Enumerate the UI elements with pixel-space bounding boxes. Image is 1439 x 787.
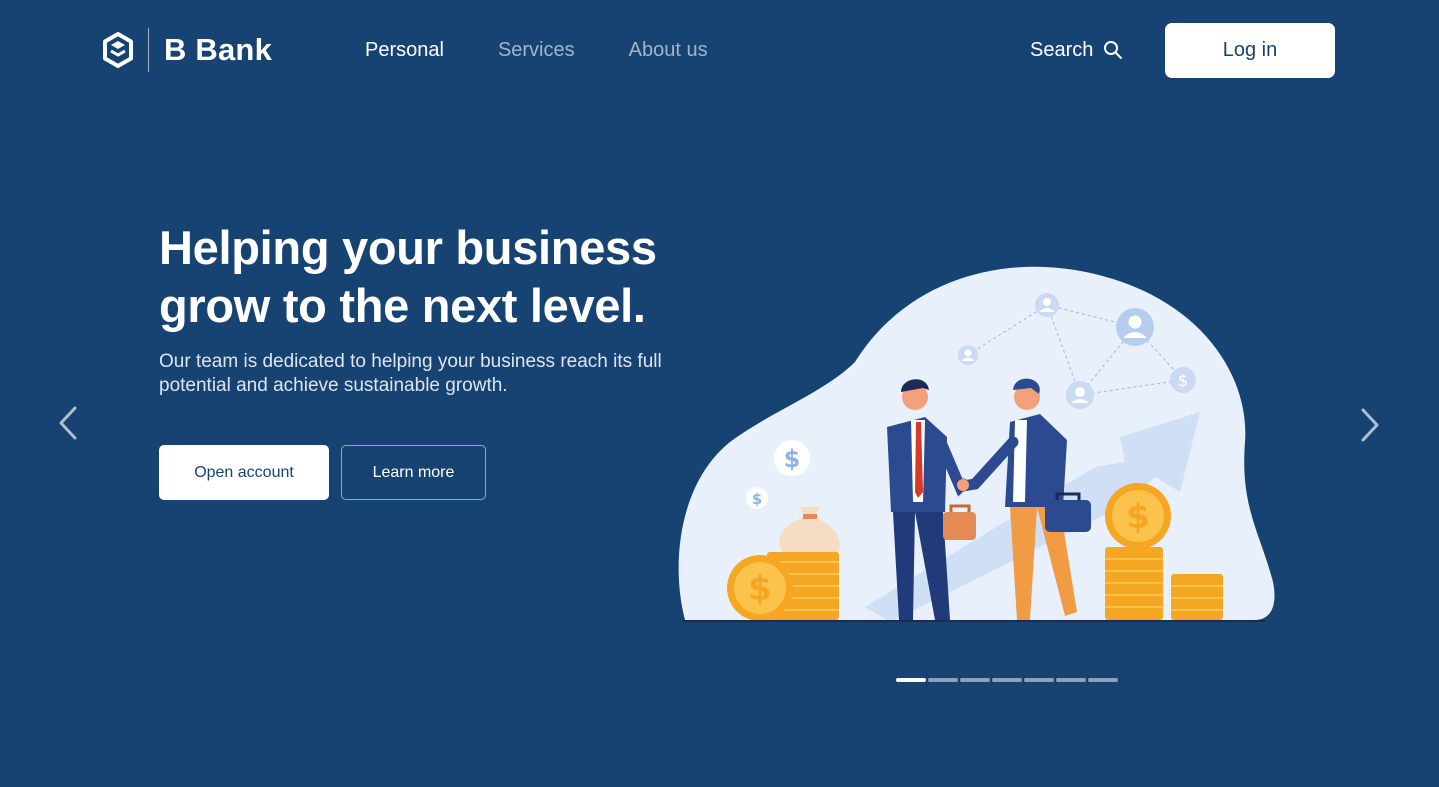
svg-text:$: $ [748, 569, 772, 609]
svg-text:$: $ [752, 490, 762, 508]
carousel-dot-5[interactable] [1024, 678, 1054, 682]
brand-name: B Bank [164, 32, 273, 67]
handshake-illustration: $ $ $ $ $ [678, 266, 1275, 622]
brand-logo[interactable]: B Bank [102, 28, 272, 72]
coin-stack-left: $ [727, 552, 839, 621]
carousel-dot-2[interactable] [928, 678, 958, 682]
nav-item-personal[interactable]: Personal [365, 37, 444, 63]
search-button[interactable]: Search [1030, 37, 1123, 63]
main-nav: Personal Services About us [365, 37, 762, 63]
carousel-dot-6[interactable] [1056, 678, 1086, 682]
carousel-dot-3[interactable] [960, 678, 990, 682]
logo-mark-icon [103, 32, 133, 68]
logo-divider [148, 28, 149, 72]
nav-item-services[interactable]: Services [498, 37, 575, 63]
svg-text:$: $ [1126, 497, 1150, 537]
hero-title: Helping your business grow to the next l… [159, 221, 657, 332]
hero-subtitle: Our team is dedicated to helping your bu… [159, 351, 662, 396]
svg-text:$: $ [1178, 371, 1188, 390]
login-button[interactable]: Log in [1165, 23, 1335, 78]
search-icon [1104, 41, 1123, 59]
carousel-dot-7[interactable] [1088, 678, 1118, 682]
carousel-dot-1[interactable] [896, 678, 926, 682]
open-account-button[interactable]: Open account [159, 445, 329, 500]
chevron-left-icon[interactable] [56, 405, 80, 441]
nav-item-about-us[interactable]: About us [629, 37, 708, 63]
search-label: Search [1030, 39, 1094, 61]
svg-text:$: $ [784, 445, 801, 473]
carousel-indicator [896, 678, 1120, 682]
carousel-dot-4[interactable] [992, 678, 1022, 682]
chevron-right-icon[interactable] [1358, 407, 1382, 443]
site-header: B Bank Personal Services About us Search… [0, 0, 1439, 100]
learn-more-button[interactable]: Learn more [341, 445, 486, 500]
